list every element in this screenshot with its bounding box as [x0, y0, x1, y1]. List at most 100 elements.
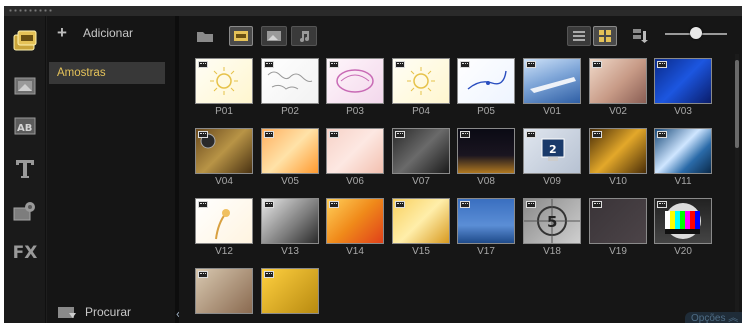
- thumbnail-image: [654, 58, 712, 104]
- vertical-scrollbar[interactable]: [735, 54, 739, 314]
- thumbnail-image: [326, 198, 384, 244]
- video-badge-icon: [264, 61, 274, 68]
- zoom-slider-handle[interactable]: [690, 27, 702, 39]
- fx-icon[interactable]: FX: [9, 238, 41, 268]
- video-badge-icon: [329, 131, 339, 138]
- thumbnail-image: [457, 198, 515, 244]
- thumbnail-image: [457, 58, 515, 104]
- svg-text:2: 2: [549, 143, 557, 156]
- library-item-samples[interactable]: Amostras: [49, 62, 165, 84]
- media-thumbnail[interactable]: V03: [654, 58, 712, 122]
- thumbnail-image: [392, 198, 450, 244]
- transition-icon[interactable]: [9, 71, 41, 101]
- media-icon[interactable]: [9, 26, 41, 56]
- thumbnail-label: V17: [477, 246, 495, 257]
- thumbnail-label: V15: [412, 246, 430, 257]
- thumbnail-label: V11: [674, 176, 692, 187]
- title-ab-icon[interactable]: AB: [9, 111, 41, 141]
- show-videos-toggle[interactable]: [229, 26, 253, 46]
- video-badge-icon: [460, 201, 470, 208]
- video-badge-icon: [395, 61, 405, 68]
- thumbnail-label: V04: [215, 176, 233, 187]
- media-thumbnail[interactable]: P05: [457, 58, 515, 122]
- thumbnail-label: V19: [609, 246, 627, 257]
- media-thumbnail[interactable]: V19: [589, 198, 647, 262]
- media-thumbnail[interactable]: V14: [326, 198, 384, 262]
- thumbnail-image: [589, 58, 647, 104]
- music-filter-icon: [300, 31, 309, 42]
- video-badge-icon: [264, 131, 274, 138]
- plus-icon: +: [57, 23, 67, 42]
- thumbnail-label: P03: [346, 106, 364, 117]
- video-badge-icon: [198, 131, 208, 138]
- video-badge-icon: [264, 201, 274, 208]
- media-thumbnail[interactable]: V11: [654, 128, 712, 192]
- video-filter-icon: [234, 31, 248, 41]
- thumbnail-label: P05: [477, 106, 495, 117]
- thumbnail-image: [457, 128, 515, 174]
- add-label: Adicionar: [83, 26, 134, 40]
- thumbnail-label: V13: [281, 246, 299, 257]
- fx-label: FX: [12, 243, 38, 263]
- media-thumbnail[interactable]: V06: [326, 128, 384, 192]
- thumbnail-label: V12: [215, 246, 233, 257]
- video-badge-icon: [657, 201, 667, 208]
- media-thumbnail[interactable]: V02: [589, 58, 647, 122]
- media-thumbnail[interactable]: V13: [261, 198, 319, 262]
- media-thumbnail[interactable]: V20: [654, 198, 712, 262]
- media-thumbnail[interactable]: V17: [457, 198, 515, 262]
- video-badge-icon: [526, 61, 536, 68]
- video-badge-icon: [592, 201, 602, 208]
- thumbnail-image: [261, 128, 319, 174]
- thumbnail-label: V01: [543, 106, 561, 117]
- thumbnail-image: 2: [523, 128, 581, 174]
- show-photos-toggle[interactable]: [261, 26, 287, 46]
- text-icon[interactable]: [9, 153, 41, 183]
- media-thumbnail[interactable]: P01: [195, 58, 253, 122]
- media-thumbnail[interactable]: V01: [523, 58, 581, 122]
- media-thumbnail[interactable]: 5 V18: [523, 198, 581, 262]
- media-thumbnail[interactable]: [195, 268, 253, 323]
- library-panel: + Adicionar Amostras Procurar: [47, 16, 175, 323]
- media-thumbnail[interactable]: [261, 268, 319, 323]
- effects-icon[interactable]: [9, 196, 41, 226]
- thumbnail-image: [261, 198, 319, 244]
- video-badge-icon: [460, 131, 470, 138]
- browse-button[interactable]: Procurar: [47, 300, 175, 323]
- thumbnail-image: [195, 268, 253, 314]
- show-audio-toggle[interactable]: [291, 26, 317, 46]
- media-thumbnail[interactable]: V12: [195, 198, 253, 262]
- browse-label: Procurar: [85, 305, 132, 319]
- thumbnail-label: V03: [674, 106, 692, 117]
- media-thumbnail[interactable]: P02: [261, 58, 319, 122]
- thumbnail-image: [261, 58, 319, 104]
- media-thumbnail[interactable]: P04: [392, 58, 450, 122]
- list-view-button[interactable]: [567, 26, 591, 46]
- category-rail: AB FX: [4, 16, 46, 323]
- media-thumbnail[interactable]: V15: [392, 198, 450, 262]
- open-folder-button[interactable]: [195, 26, 215, 46]
- media-thumbnail[interactable]: 2 V09: [523, 128, 581, 192]
- video-badge-icon: [329, 201, 339, 208]
- thumbnail-label: V08: [477, 176, 495, 187]
- media-thumbnail[interactable]: V05: [261, 128, 319, 192]
- scrollbar-thumb[interactable]: [735, 60, 739, 148]
- thumbnail-image: 5: [523, 198, 581, 244]
- sort-button[interactable]: [629, 26, 651, 46]
- thumbnail-label: V05: [281, 176, 299, 187]
- thumbnail-view-button[interactable]: [593, 26, 617, 46]
- media-thumbnail[interactable]: V10: [589, 128, 647, 192]
- media-thumbnail[interactable]: V04: [195, 128, 253, 192]
- media-thumbnail[interactable]: V07: [392, 128, 450, 192]
- thumbnail-image: [195, 198, 253, 244]
- media-thumbnail[interactable]: P03: [326, 58, 384, 122]
- thumbnail-image: [326, 128, 384, 174]
- options-button[interactable]: Opções ︽: [685, 312, 742, 323]
- add-button[interactable]: + Adicionar: [47, 16, 175, 50]
- drag-grip[interactable]: [8, 9, 54, 12]
- thumbnail-image: [195, 128, 253, 174]
- video-badge-icon: [329, 61, 339, 68]
- thumbnail-label: V02: [609, 106, 627, 117]
- media-thumbnail[interactable]: V08: [457, 128, 515, 192]
- video-badge-icon: [198, 61, 208, 68]
